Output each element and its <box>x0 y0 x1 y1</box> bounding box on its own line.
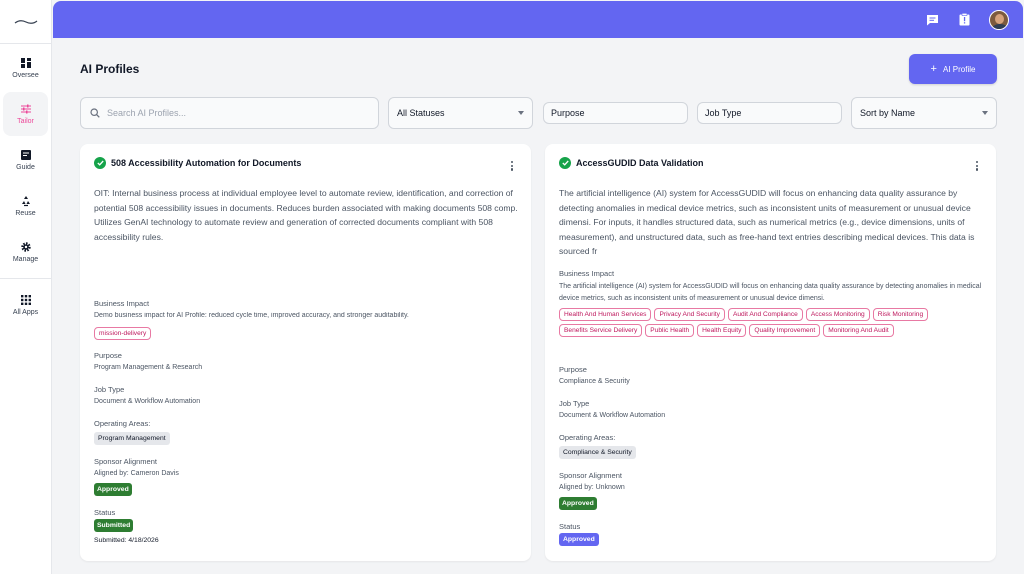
card-title: AccessGUDID Data Validation <box>576 158 704 168</box>
sidebar-item-oversee[interactable]: Oversee <box>3 46 48 90</box>
job-type-filter-value: Job Type <box>705 108 742 118</box>
card-description: The artificial intelligence (AI) system … <box>559 188 975 256</box>
dashboard-icon <box>20 58 31 68</box>
purpose-filter[interactable]: Purpose <box>543 102 688 124</box>
chat-icon[interactable] <box>925 13 939 27</box>
purpose-label: Purpose <box>94 351 122 360</box>
status-label: Status <box>559 522 581 531</box>
submitted-date: Submitted: 4/18/2026 <box>94 537 159 544</box>
tag: mission-delivery <box>94 327 152 340</box>
logo-icon <box>14 19 37 24</box>
top-bar <box>53 1 1023 38</box>
tag: Access Monitoring <box>805 308 870 321</box>
tag: Risk Monitoring <box>872 308 929 321</box>
status-label: Status <box>94 508 116 517</box>
aligned-by-text: Aligned by: Unknown <box>559 484 625 491</box>
sort-select-value: Sort by Name <box>860 108 916 118</box>
purpose-filter-value: Purpose <box>551 108 585 118</box>
status-badge: Submitted <box>94 519 134 532</box>
purpose-value: Program Management & Research <box>94 364 203 371</box>
status-filter-value: All Statuses <box>397 108 445 118</box>
sidebar-item-label: Oversee <box>12 72 39 79</box>
sidebar-item-all-apps[interactable]: All Apps <box>3 283 48 327</box>
business-impact-text: Demo business impact for AI Profile: red… <box>94 312 409 319</box>
sidebar-item-label: All Apps <box>12 309 39 316</box>
sliders-icon <box>20 104 31 114</box>
sidebar-item-label: Tailor <box>17 118 34 125</box>
job-type-filter[interactable]: Job Type <box>697 102 842 124</box>
guide-icon <box>20 150 31 160</box>
business-impact-label: Business Impact <box>559 269 615 278</box>
card-description: OIT: Internal business process at indivi… <box>94 188 518 242</box>
chevron-down-icon <box>982 111 988 115</box>
sidebar: Oversee Tailor Guide Reuse Manage All Ap… <box>0 0 52 574</box>
sidebar-item-label: Manage <box>12 256 39 263</box>
ai-profile-card[interactable]: AccessGUDID Data Validation The artifici… <box>545 144 996 561</box>
add-ai-profile-label: AI Profile <box>942 64 976 74</box>
tag: Monitoring And Audit <box>823 324 894 337</box>
sidebar-divider <box>0 278 51 279</box>
operating-area-chip: Compliance & Security <box>559 446 636 459</box>
tag-list: Health And Human Services Privacy And Se… <box>559 308 987 337</box>
operating-areas-label: Operating Areas: <box>94 419 151 428</box>
operating-area-chip: Program Management <box>94 432 170 445</box>
business-impact-label: Business Impact <box>94 299 150 308</box>
job-type-label: Job Type <box>559 399 590 408</box>
search-box <box>80 97 379 129</box>
tag: Privacy And Security <box>654 308 725 321</box>
search-input[interactable] <box>107 108 357 118</box>
sponsor-alignment-label: Sponsor Alignment <box>559 471 622 480</box>
tag: Audit And Compliance <box>727 308 803 321</box>
sidebar-item-guide[interactable]: Guide <box>3 138 48 182</box>
gear-icon <box>20 242 31 252</box>
sidebar-item-reuse[interactable]: Reuse <box>3 184 48 228</box>
sponsor-status-badge: Approved <box>559 497 597 510</box>
recycle-icon <box>21 196 30 207</box>
sidebar-item-label: Reuse <box>15 210 36 217</box>
tag: Benefits Service Delivery <box>559 324 643 337</box>
grid-icon <box>20 295 31 305</box>
clipboard-alert-icon[interactable] <box>957 13 971 27</box>
sponsor-status-badge: Approved <box>94 483 132 496</box>
check-circle-icon <box>559 157 571 169</box>
operating-areas-label: Operating Areas: <box>559 433 616 442</box>
card-header: 508 Accessibility Automation for Documen… <box>94 157 301 169</box>
card-header: AccessGUDID Data Validation <box>559 157 704 169</box>
sidebar-item-manage[interactable]: Manage <box>3 230 48 274</box>
sidebar-item-tailor[interactable]: Tailor <box>3 92 48 136</box>
add-ai-profile-button[interactable]: + AI Profile <box>909 54 997 84</box>
tag: Quality Improvement <box>749 324 821 337</box>
search-icon <box>90 108 100 118</box>
user-avatar[interactable] <box>989 9 1009 30</box>
plus-icon: + <box>930 63 937 75</box>
tag: Health And Human Services <box>559 308 652 321</box>
status-filter-select[interactable]: All Statuses <box>388 97 533 129</box>
job-type-value: Document & Workflow Automation <box>559 412 666 419</box>
check-circle-icon <box>94 157 106 169</box>
purpose-value: Compliance & Security <box>559 378 630 385</box>
job-type-label: Job Type <box>94 385 125 394</box>
purpose-label: Purpose <box>559 365 587 374</box>
more-options-icon[interactable] <box>975 161 978 171</box>
page-title: AI Profiles <box>80 62 140 76</box>
status-badge: Approved <box>559 533 599 546</box>
chevron-down-icon <box>518 111 524 115</box>
card-title: 508 Accessibility Automation for Documen… <box>111 158 302 168</box>
sidebar-item-label: Guide <box>16 164 35 171</box>
aligned-by-text: Aligned by: Cameron Davis <box>94 470 179 477</box>
tag: Health Equity <box>697 324 747 337</box>
business-impact-text: The artificial intelligence (AI) system … <box>559 283 982 302</box>
sort-select[interactable]: Sort by Name <box>851 97 997 129</box>
tag-list: mission-delivery <box>94 327 518 340</box>
tag: Public Health <box>645 324 695 337</box>
sponsor-alignment-label: Sponsor Alignment <box>94 457 157 466</box>
job-type-value: Document & Workflow Automation <box>94 398 201 405</box>
more-options-icon[interactable] <box>510 161 513 171</box>
ai-profile-card[interactable]: 508 Accessibility Automation for Documen… <box>80 144 531 561</box>
app-logo[interactable] <box>0 0 51 44</box>
